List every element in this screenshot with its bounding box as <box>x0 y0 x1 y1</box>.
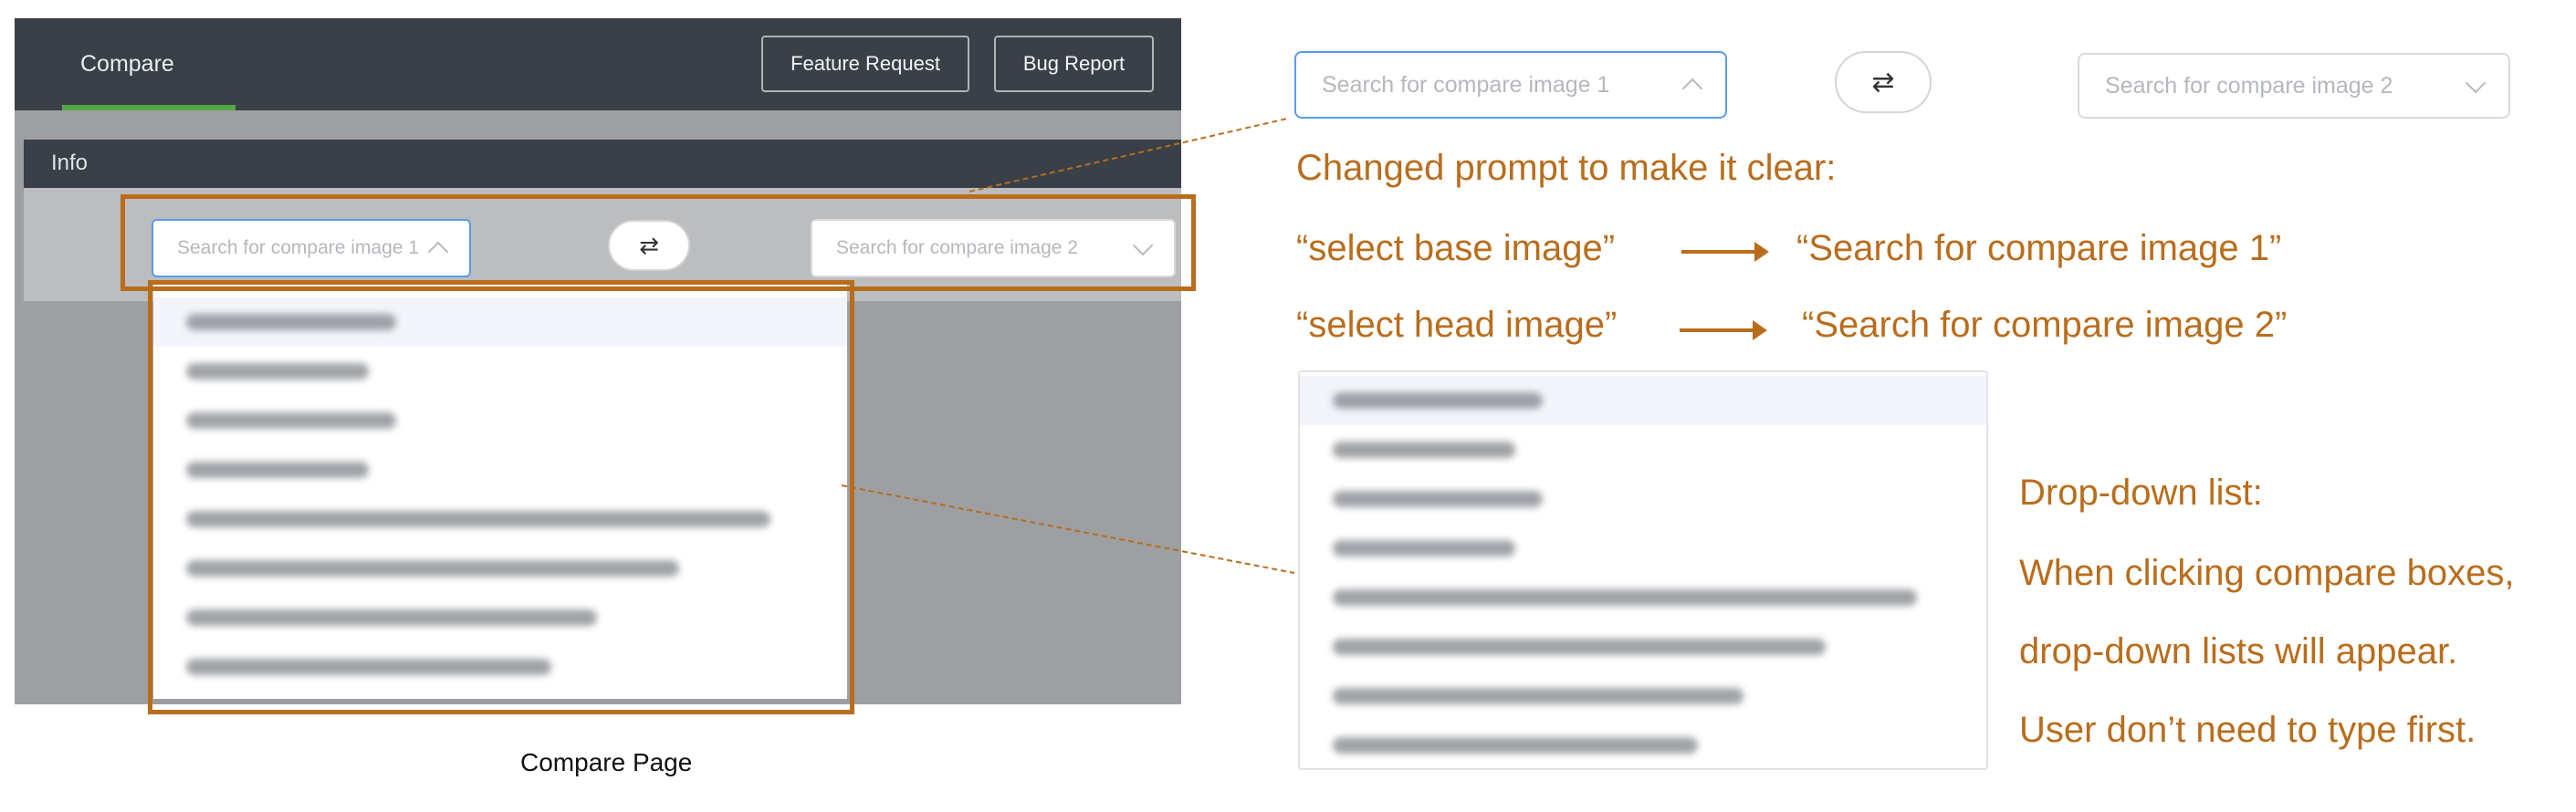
info-label: Info <box>51 151 89 175</box>
blurred-item-text <box>1333 589 1917 606</box>
swap-arrows-icon: ⇄ <box>1871 67 1895 98</box>
chevron-down-icon <box>2465 72 2487 94</box>
dropdown-item[interactable] <box>1300 376 1986 425</box>
note-line: drop-down lists will appear. <box>2019 631 2458 671</box>
dropdown-item[interactable] <box>1300 721 1986 770</box>
dropdown-item[interactable] <box>1300 622 1986 671</box>
note-line: User don’t need to type first. <box>2019 710 2477 750</box>
blurred-item-text <box>1333 491 1543 507</box>
dropdown-item[interactable] <box>1300 671 1986 721</box>
dropdown-item[interactable] <box>1300 573 1986 622</box>
dropdown-item[interactable] <box>1300 474 1986 524</box>
highlight-box-selects <box>120 194 1196 291</box>
new-label-image-2: “Search for compare image 2” <box>1802 305 2288 345</box>
new-label-image-1: “Search for compare image 1” <box>1796 228 2282 268</box>
feature-request-button[interactable]: Feature Request <box>761 36 969 92</box>
right-arrow-icon <box>1680 320 1767 340</box>
active-tab-indicator <box>62 105 236 110</box>
blurred-item-text <box>1333 688 1744 704</box>
blurred-item-text <box>1333 737 1698 754</box>
dropdown-item[interactable] <box>1300 524 1986 573</box>
old-label-head: “select head image” <box>1296 305 1618 345</box>
blurred-item-text <box>1333 540 1515 557</box>
old-label-base: “select base image” <box>1296 228 1616 268</box>
dropdown-item[interactable] <box>1300 425 1986 474</box>
bug-report-button[interactable]: Bug Report <box>994 36 1154 92</box>
swap-button-zoom[interactable]: ⇄ <box>1835 51 1932 113</box>
chevron-up-icon <box>1681 78 1703 99</box>
select-placeholder: Search for compare image 2 <box>2105 72 2393 99</box>
figure-caption: Compare Page <box>520 748 693 776</box>
compare-image-2-select-zoom[interactable]: Search for compare image 2 <box>2078 53 2510 119</box>
tab-compare[interactable]: Compare <box>80 51 174 78</box>
annotation-heading: Changed prompt to make it clear: <box>1296 148 1837 188</box>
right-arrow-icon <box>1681 242 1769 262</box>
compare-image-1-select-zoom[interactable]: Search for compare image 1 <box>1294 51 1727 119</box>
blurred-item-text <box>1333 442 1515 458</box>
info-section-header <box>24 140 1181 188</box>
highlight-box-dropdown <box>148 280 854 714</box>
blurred-item-text <box>1333 639 1826 655</box>
dropdown-list-zoom <box>1298 370 1988 770</box>
note-line: Drop-down list: <box>2019 473 2263 513</box>
blurred-item-text <box>1333 392 1543 409</box>
note-line: When clicking compare boxes, <box>2019 553 2515 593</box>
select-placeholder: Search for compare image 1 <box>1322 71 1610 98</box>
